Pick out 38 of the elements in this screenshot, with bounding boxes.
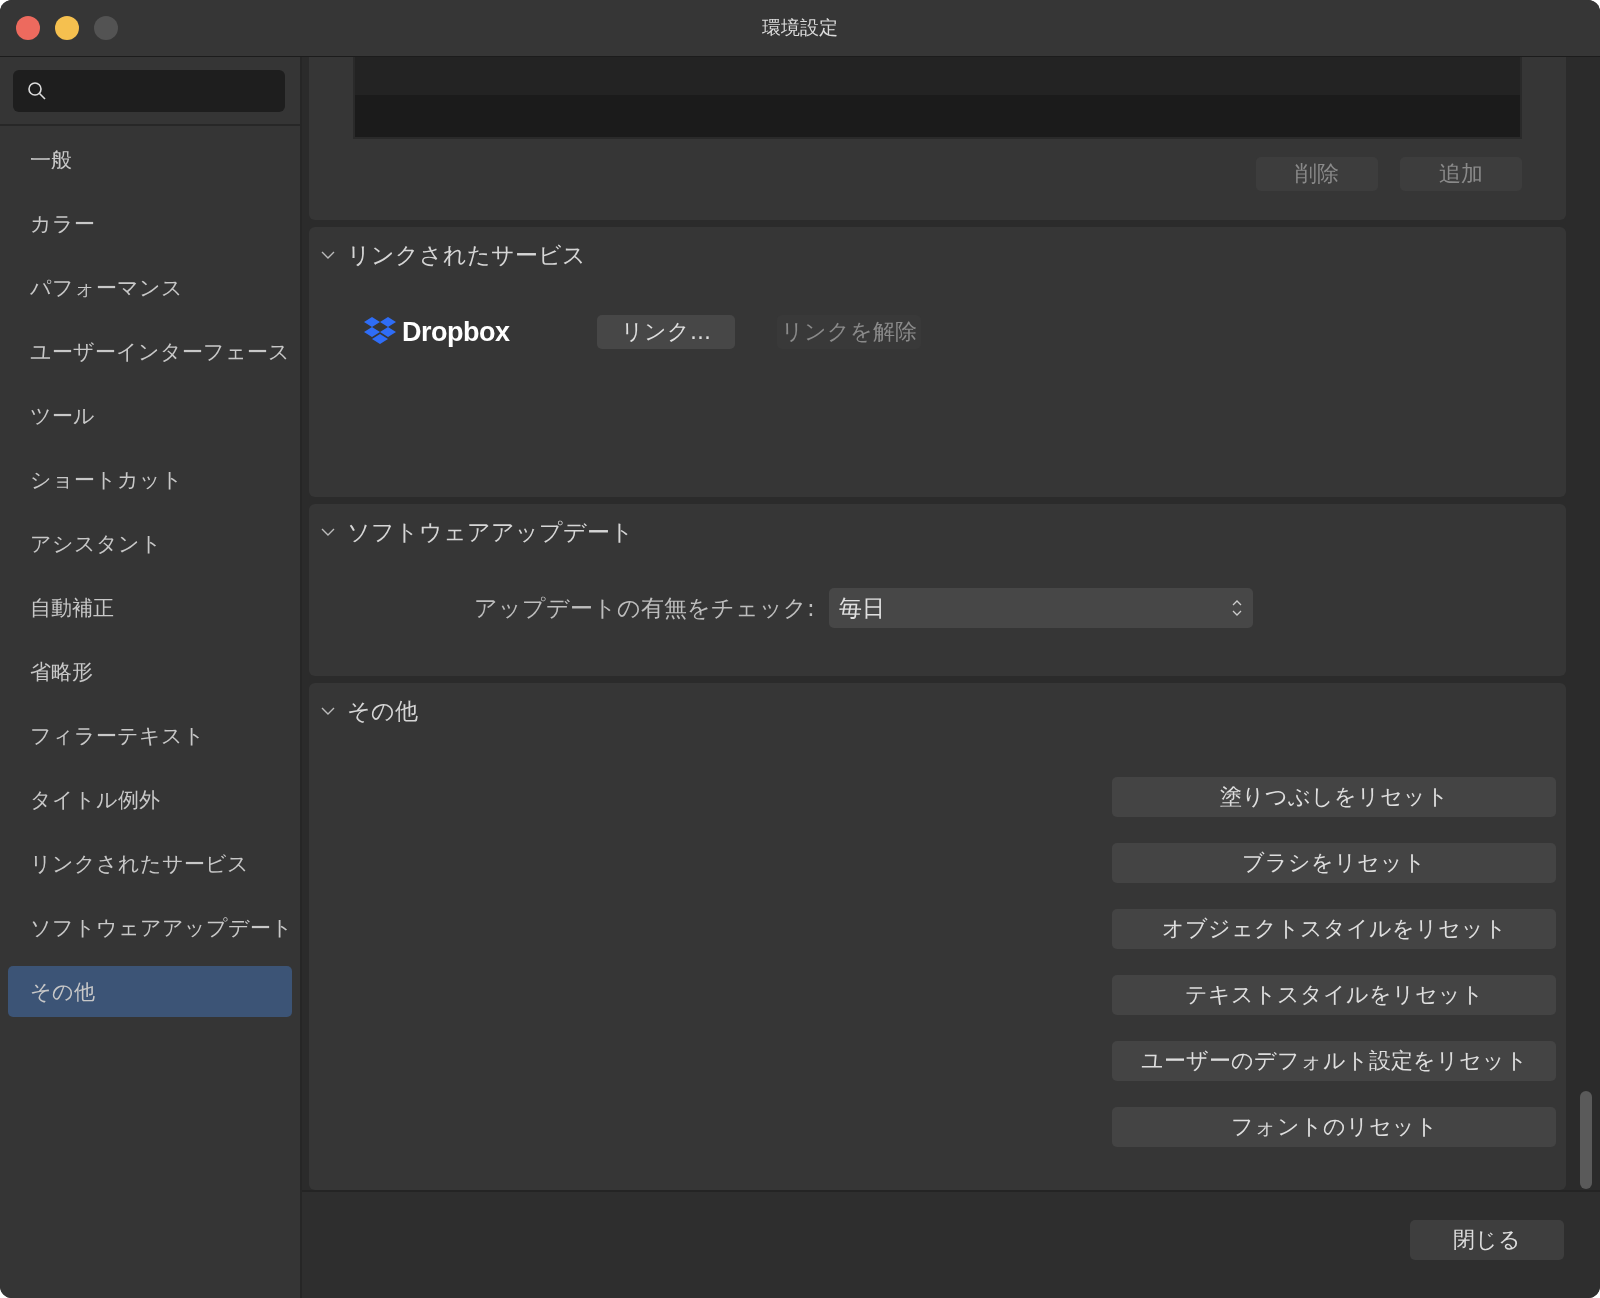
sidebar-item[interactable]: アシスタント [8, 518, 292, 569]
reset-button[interactable]: フォントのリセット [1112, 1107, 1556, 1147]
reset-button[interactable]: ユーザーのデフォルト設定をリセット [1112, 1041, 1556, 1081]
search-field[interactable] [13, 70, 285, 112]
sidebar-item[interactable]: その他 [8, 966, 292, 1017]
scrollbar-thumb[interactable] [1580, 1091, 1592, 1189]
sidebar-item[interactable]: フィラーテキスト [8, 710, 292, 761]
field-label: アップデートの有無をチェック: [474, 593, 815, 623]
chevron-icon[interactable] [321, 527, 335, 537]
sidebar-item[interactable]: リンクされたサービス [8, 838, 292, 889]
reset-button[interactable]: テキストスタイルをリセット [1112, 975, 1556, 1015]
sidebar-item[interactable]: タイトル例外 [8, 774, 292, 825]
sidebar-item[interactable]: ソフトウェアアップデート [8, 902, 292, 953]
close-window-icon[interactable] [16, 16, 40, 40]
close-button[interactable]: 閉じる [1410, 1220, 1564, 1260]
sidebar-item[interactable]: ツール [8, 390, 292, 441]
reset-button[interactable]: オブジェクトスタイルをリセット [1112, 909, 1556, 949]
reset-button[interactable]: 塗りつぶしをリセット [1112, 777, 1556, 817]
reset-button[interactable]: ブラシをリセット [1112, 843, 1556, 883]
sidebar-item[interactable]: 省略形 [8, 646, 292, 697]
sidebar-item[interactable]: カラー [8, 198, 292, 249]
section-title: ソフトウェアアップデート [347, 517, 634, 547]
search-icon [27, 81, 47, 101]
sidebar-item[interactable]: 一般 [8, 134, 292, 185]
sidebar-item[interactable]: 自動補正 [8, 582, 292, 633]
section-title: その他 [347, 696, 418, 726]
sidebar-item[interactable]: パフォーマンス [8, 262, 292, 313]
window-title: 環境設定 [762, 15, 838, 40]
sidebar-item[interactable]: ショートカット [8, 454, 292, 505]
section-title: リンクされたサービス [347, 240, 586, 270]
service-name: Dropbox [402, 316, 510, 348]
minimize-window-icon[interactable] [55, 16, 79, 40]
sidebar-item[interactable]: ユーザーインターフェース [8, 326, 292, 377]
box-logo-icon [363, 317, 397, 347]
link-button[interactable]: リンク... [597, 315, 735, 349]
frequency-dropdown[interactable]: 毎日 [828, 588, 1253, 628]
chevron-icon[interactable] [321, 250, 335, 260]
chevron-icon[interactable] [321, 706, 335, 716]
